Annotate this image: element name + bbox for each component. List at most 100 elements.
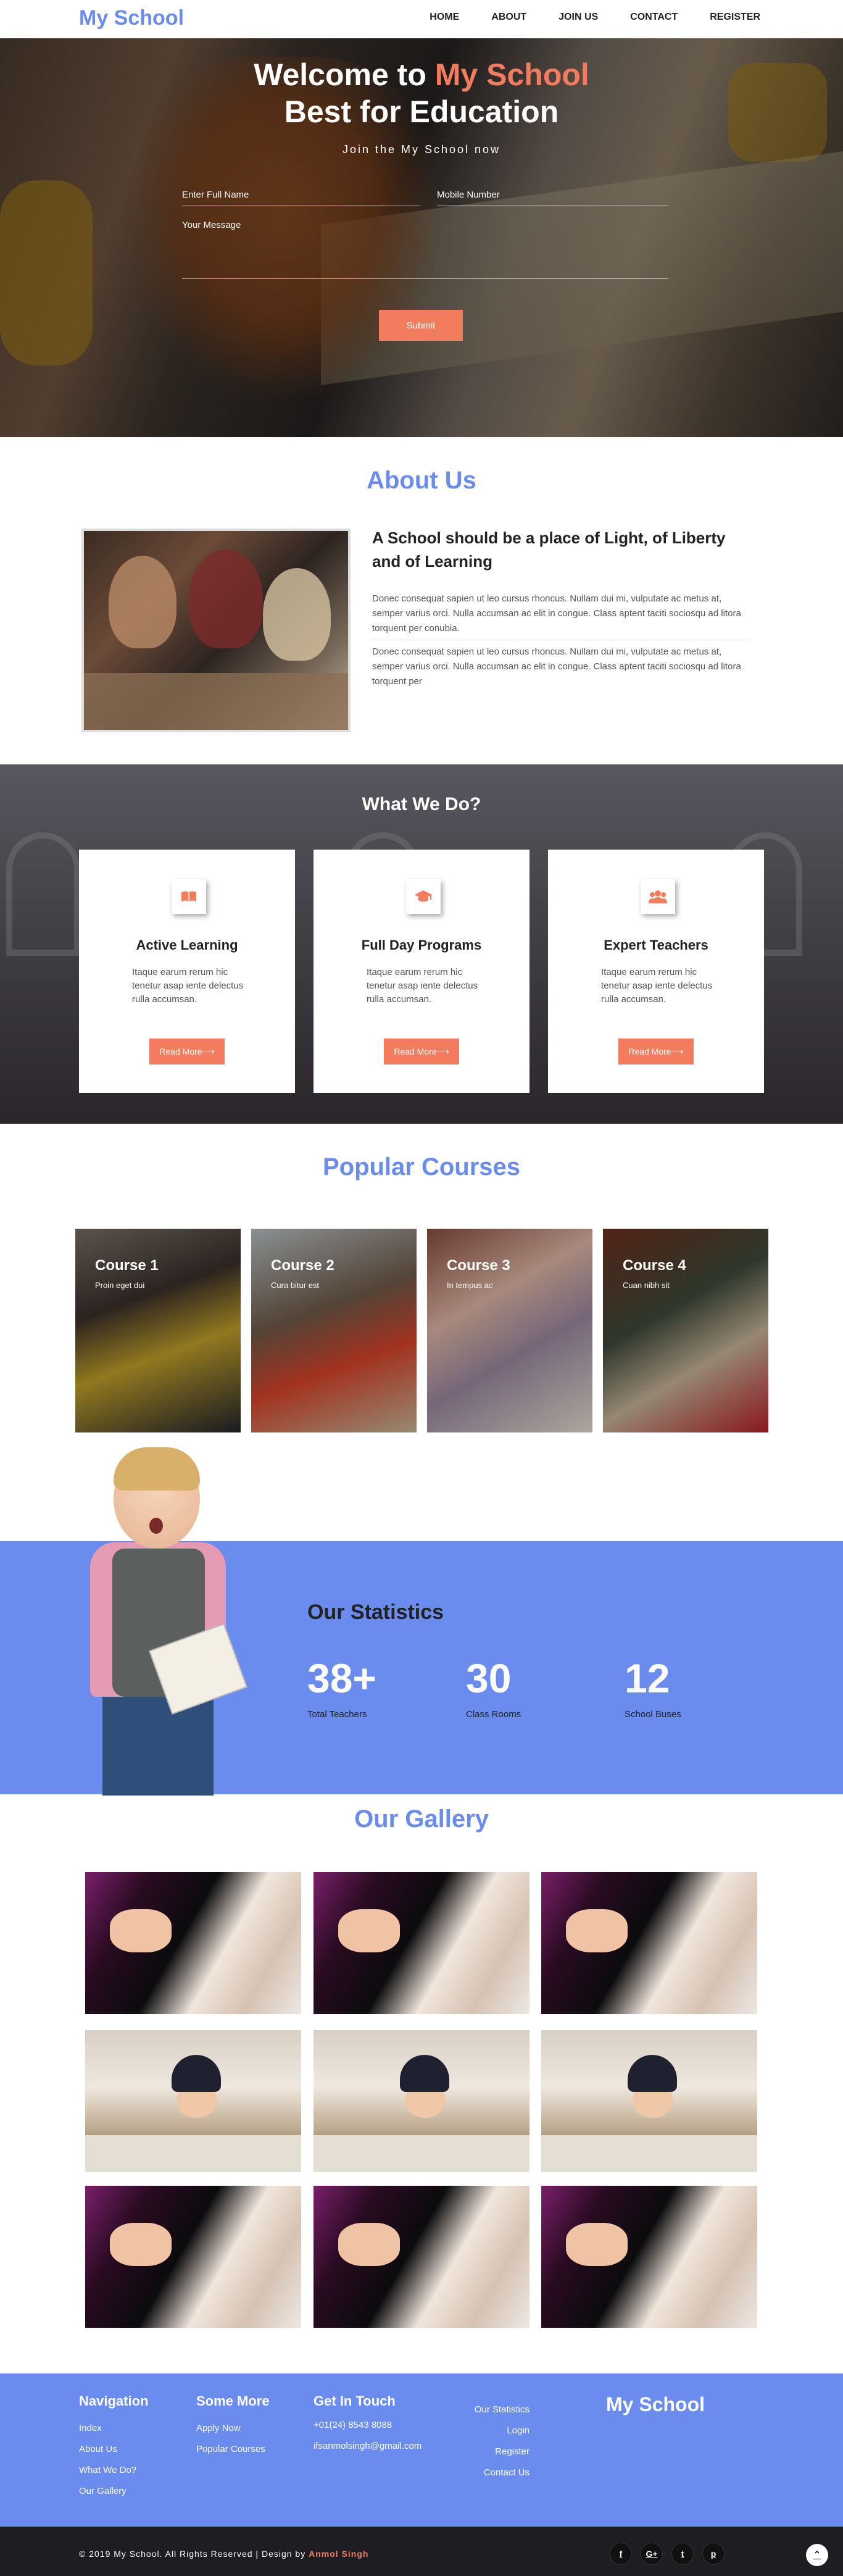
course-card[interactable]: Course 3 In tempus ac — [427, 1229, 592, 1432]
gallery-image[interactable] — [314, 2030, 529, 2172]
card-title: Expert Teachers — [604, 937, 708, 953]
footer-link-login[interactable]: Login — [432, 2420, 529, 2441]
nav-contact[interactable]: CONTACT — [630, 12, 678, 23]
graduation-cap-icon — [406, 879, 441, 914]
mobile-number-input[interactable] — [437, 184, 668, 206]
read-more-button[interactable]: Read More⟶ — [149, 1039, 225, 1064]
service-card: Expert Teachers Itaque earum rerum hic t… — [548, 850, 764, 1093]
gallery-photo-hand — [110, 2223, 172, 2266]
course-title: Course 4 — [623, 1257, 686, 1274]
course-subtitle: Proin eget dui — [95, 1281, 145, 1290]
gallery-photo-hand — [566, 2223, 628, 2266]
course-card[interactable]: Course 4 Cuan nibh sit — [603, 1229, 768, 1432]
top-navbar: My School HOME ABOUT JOIN US CONTACT REG… — [0, 0, 843, 38]
footer-extra-links: Our Statistics Login Register Contact Us — [432, 2399, 529, 2483]
facebook-icon[interactable]: f — [610, 2543, 632, 2565]
card-text: Itaque earum rerum hic tenetur asap ient… — [132, 967, 244, 1005]
gallery-photo-desk — [541, 2135, 757, 2172]
footer-heading: Get In Touch — [314, 2393, 396, 2409]
statistics-title: Our Statistics — [307, 1600, 444, 1624]
footer-link-register[interactable]: Register — [432, 2441, 529, 2462]
gallery-photo-desk — [85, 2135, 301, 2172]
course-card[interactable]: Course 2 Cura bitur est — [251, 1229, 417, 1432]
submit-button[interactable]: Submit — [379, 310, 463, 341]
footer-link-contact[interactable]: Contact Us — [432, 2462, 529, 2483]
gallery-image[interactable] — [85, 1872, 301, 2014]
service-card: Full Day Programs Itaque earum rerum hic… — [314, 850, 529, 1093]
footer-navigation: Navigation Index About Us What We Do? Ou… — [79, 2393, 148, 2502]
footer-brand[interactable]: My School — [606, 2393, 705, 2416]
kid-hair — [114, 1447, 200, 1491]
card-title: Full Day Programs — [361, 937, 482, 953]
gallery-image[interactable] — [85, 2030, 301, 2172]
message-textarea[interactable] — [182, 220, 668, 279]
nav-about[interactable]: ABOUT — [491, 12, 526, 23]
gallery-image[interactable] — [314, 2186, 529, 2328]
hero-subtitle: Join the My School now — [342, 143, 501, 156]
gallery-image[interactable] — [314, 1872, 529, 2014]
gallery-photo-hand — [566, 1909, 628, 1952]
what-we-do-section: What We Do? Active Learning Itaque earum… — [0, 764, 843, 1124]
course-subtitle: In tempus ac — [447, 1281, 493, 1290]
footer-link-about[interactable]: About Us — [79, 2439, 148, 2460]
footer-link-apply-now[interactable]: Apply Now — [196, 2418, 270, 2439]
scroll-to-top-icon[interactable]: ⌃ — [806, 2544, 828, 2566]
nav-register[interactable]: REGISTER — [710, 12, 760, 23]
footer-link-statistics[interactable]: Our Statistics — [432, 2399, 529, 2420]
gallery-image[interactable] — [541, 2030, 757, 2172]
nav-home[interactable]: HOME — [430, 12, 459, 23]
hero-title: Welcome to My School — [0, 57, 843, 93]
twitter-icon[interactable]: t — [671, 2543, 694, 2565]
course-card[interactable]: Course 1 Proin eget dui — [75, 1229, 241, 1432]
full-name-input[interactable] — [182, 184, 420, 206]
footer-phone: +01(24) 8543 8088 — [314, 2420, 392, 2430]
gallery-photo-hand — [110, 1909, 172, 1952]
gallery-photo-cap — [628, 2055, 677, 2092]
gallery-image[interactable] — [541, 2186, 757, 2328]
boy-with-book-image — [59, 1447, 251, 1796]
stat-item: 38+ Total Teachers — [307, 1655, 443, 1720]
about-heading: A School should be a place of Light, of … — [372, 529, 726, 571]
hero-tagline: Best for Education — [284, 94, 559, 129]
google-plus-icon[interactable]: G+ — [641, 2543, 663, 2565]
about-paragraph: Donec consequat sapien ut leo cursus rho… — [372, 593, 741, 634]
stat-number: 12 — [625, 1655, 670, 1701]
page: My School HOME ABOUT JOIN US CONTACT REG… — [0, 0, 843, 2576]
gallery-photo-desk — [314, 2135, 529, 2172]
footer-link-what-we-do[interactable]: What We Do? — [79, 2460, 148, 2481]
footer-email[interactable]: ifsanmolsingh@gmail.com — [314, 2439, 422, 2454]
nav-join-us[interactable]: JOIN US — [559, 12, 598, 23]
pinterest-icon[interactable]: p — [702, 2543, 725, 2565]
course-title: Course 1 — [95, 1257, 159, 1274]
gallery-photo-hand — [338, 1909, 400, 1952]
footer-heading: Some More — [196, 2393, 270, 2409]
author-link[interactable]: Anmol Singh — [309, 2549, 368, 2559]
stat-number: 38+ — [307, 1655, 376, 1701]
kid-mouth — [149, 1518, 163, 1534]
stat-label: Total Teachers — [307, 1709, 367, 1720]
read-more-button[interactable]: Read More⟶ — [618, 1039, 694, 1064]
about-photo-table — [84, 673, 348, 730]
gallery-image[interactable] — [85, 2186, 301, 2328]
course-subtitle: Cuan nibh sit — [623, 1281, 670, 1290]
book-icon — [172, 879, 206, 914]
footer-link-popular-courses[interactable]: Popular Courses — [196, 2439, 270, 2460]
footer-link-gallery[interactable]: Our Gallery — [79, 2481, 148, 2502]
course-title: Course 3 — [447, 1257, 510, 1274]
course-subtitle: Cura bitur est — [271, 1281, 320, 1290]
stat-item: 12 School Buses — [625, 1655, 760, 1720]
brand-logo[interactable]: My School — [79, 6, 184, 30]
about-title: About Us — [367, 467, 476, 494]
about-photo-student — [109, 556, 176, 648]
card-title: Active Learning — [136, 937, 238, 953]
gallery-title: Our Gallery — [354, 1805, 489, 1833]
users-icon — [641, 879, 675, 914]
gallery-image[interactable] — [541, 1872, 757, 2014]
gallery-photo-hand — [338, 2223, 400, 2266]
read-more-button[interactable]: Read More⟶ — [384, 1039, 459, 1064]
stat-item: 30 Class Rooms — [466, 1655, 602, 1720]
about-photo — [81, 529, 351, 732]
hero-title-prefix: Welcome to — [254, 57, 435, 92]
footer-link-index[interactable]: Index — [79, 2418, 148, 2439]
copyright-text: © 2019 My School. All Rights Reserved | … — [79, 2549, 309, 2559]
